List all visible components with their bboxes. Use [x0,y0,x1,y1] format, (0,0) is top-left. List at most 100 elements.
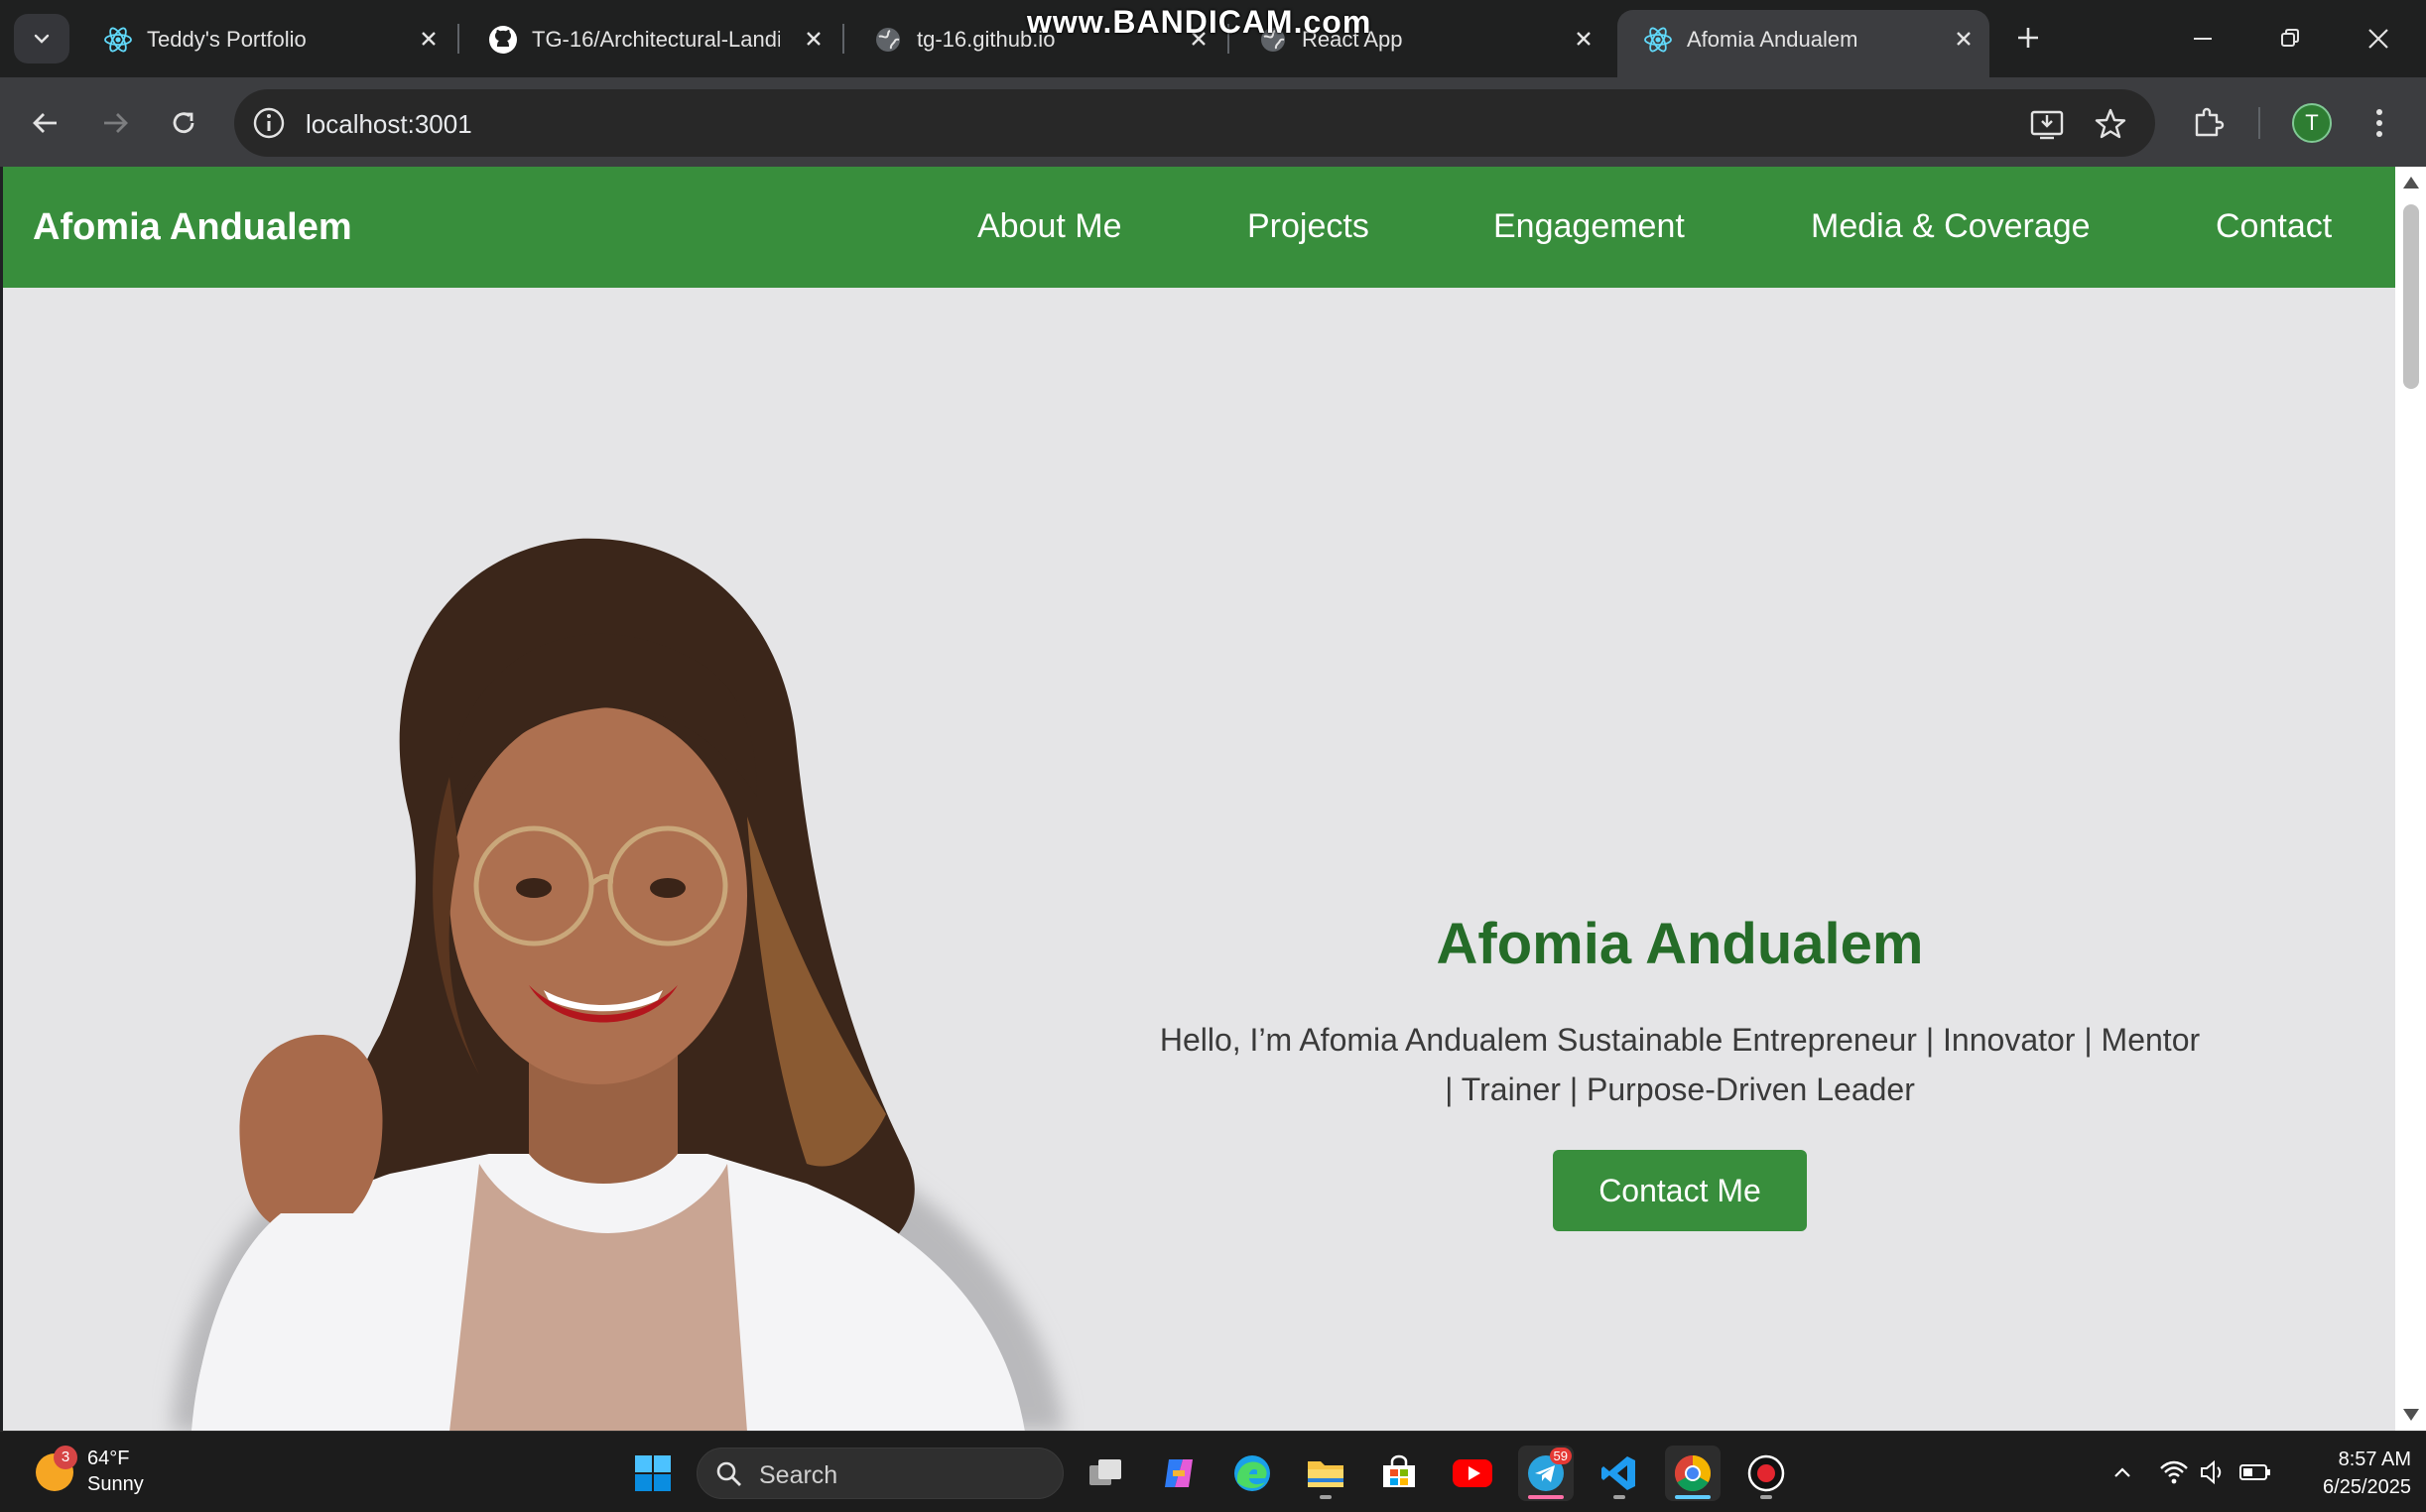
task-view-button[interactable] [1078,1446,1133,1501]
microsoft-store-app[interactable] [1371,1446,1427,1501]
close-tab-icon[interactable] [1950,25,1978,53]
bookmark-star-icon[interactable] [2092,105,2129,143]
new-tab-button[interactable] [2006,16,2050,60]
extensions-button[interactable] [2185,99,2233,147]
copilot-icon [1165,1459,1193,1487]
site-navbar: Afomia Andualem About Me Projects Engage… [3,167,2395,288]
copilot-app[interactable] [1151,1446,1207,1501]
telegram-unread-badge: 59 [1549,1448,1572,1464]
react-icon [1643,25,1673,55]
contact-me-button[interactable]: Contact Me [1553,1150,1807,1231]
running-indicator [1528,1495,1564,1499]
chrome-icon [1674,1455,1712,1492]
scroll-down-arrow-icon[interactable] [2403,1409,2419,1421]
scrollbar-thumb[interactable] [2403,204,2419,389]
youtube-icon [1453,1459,1492,1487]
nav-about-me[interactable]: About Me [977,207,1122,246]
puzzle-icon [2195,107,2225,137]
record-icon [1747,1454,1785,1492]
arrow-right-icon [104,113,128,133]
battery-button[interactable] [2236,1453,2274,1491]
wifi-icon [2160,1460,2188,1484]
hero-section: Afomia Andualem Hello, I’m Afomia Andual… [1075,911,2285,1231]
search-icon [716,1461,741,1486]
arrow-left-icon [33,113,57,133]
youtube-app[interactable] [1445,1446,1500,1501]
close-tab-icon[interactable] [1570,25,1597,53]
browser-menu-button[interactable] [2356,99,2403,147]
profile-photo [172,538,1065,1431]
install-app-icon[interactable] [2028,105,2066,143]
reload-button[interactable] [160,99,207,147]
tab-teddys-portfolio[interactable]: Teddy's Portfolio [77,10,454,67]
github-icon [488,25,518,55]
chevron-down-icon [34,34,50,44]
nav-contact[interactable]: Contact [2216,207,2332,246]
weather-condition: Sunny [87,1473,144,1495]
nav-projects[interactable]: Projects [1247,207,1369,246]
speaker-icon [2201,1459,2222,1485]
site-brand[interactable]: Afomia Andualem [33,206,352,249]
tab-divider [457,24,459,54]
plus-icon [2018,28,2038,48]
minimize-button[interactable] [2178,14,2228,63]
tab-afomia-andualem[interactable]: Afomia Andualem [1617,10,1989,77]
show-hidden-icons-button[interactable] [2104,1453,2141,1491]
running-indicator [1320,1495,1332,1499]
search-placeholder: Search [759,1461,838,1489]
tab-title: Teddy's Portfolio [147,27,307,52]
browser-tab-bar: Teddy's Portfolio TG-16/Architectural-La… [0,0,2426,77]
tab-divider [842,24,844,54]
clock-date: 6/25/2025 [2323,1476,2411,1498]
chrome-app[interactable] [1665,1446,1721,1501]
url-text[interactable]: localhost:3001 [306,109,472,140]
page-viewport: Afomia Andualem About Me Projects Engage… [3,167,2395,1431]
battery-icon [2239,1464,2270,1480]
hero-heading: Afomia Andualem [1436,912,1924,976]
windows-taskbar: 3 64°F Sunny Search 59 8:57 AM 6/25/2025 [0,1431,2426,1512]
network-button[interactable] [2155,1453,2193,1491]
nav-media-coverage[interactable]: Media & Coverage [1811,207,2091,246]
tab-search-button[interactable] [14,14,69,63]
taskbar-search[interactable]: Search [697,1448,1064,1499]
site-info-icon[interactable] [252,106,286,140]
volume-button[interactable] [2195,1453,2233,1491]
tab-github-repo[interactable]: TG-16/Architectural-Landi [462,10,839,67]
browser-toolbar: localhost:3001 T [0,77,2426,167]
globe-icon [873,25,903,55]
back-button[interactable] [22,99,69,147]
running-indicator [1613,1495,1625,1499]
folder-icon [1308,1461,1343,1487]
tab-title: TG-16/Architectural-Landi [532,27,780,52]
chevron-up-icon [2114,1467,2130,1477]
forward-button[interactable] [91,99,139,147]
vscode-icon [1601,1456,1635,1490]
close-tab-icon[interactable] [415,25,443,53]
profile-avatar[interactable]: T [2292,103,2332,143]
task-view-icon [1089,1459,1121,1485]
page-scrollbar[interactable] [2395,167,2426,1431]
edge-app[interactable] [1224,1446,1280,1501]
weather-temp: 64°F [87,1448,130,1469]
file-explorer-app[interactable] [1298,1446,1353,1501]
more-vertical-icon [2376,109,2382,137]
windows-logo-icon [635,1455,671,1491]
close-tab-icon[interactable] [800,25,828,53]
scroll-up-arrow-icon[interactable] [2403,177,2419,189]
bandicam-app[interactable] [1738,1446,1794,1501]
system-clock[interactable]: 8:57 AM 6/25/2025 [2282,1446,2411,1501]
address-bar[interactable]: localhost:3001 [234,89,2155,157]
react-icon [103,25,133,55]
minimize-icon [2194,38,2212,40]
close-window-button[interactable] [2354,14,2403,63]
start-button[interactable] [625,1446,681,1501]
restore-button[interactable] [2265,14,2315,63]
tab-title: Afomia Andualem [1687,27,1858,52]
telegram-app[interactable]: 59 [1518,1446,1574,1501]
nav-engagement[interactable]: Engagement [1493,207,1685,246]
close-icon [2368,29,2388,49]
vscode-app[interactable] [1592,1446,1647,1501]
recording-watermark: www.BANDICAM.com [1027,4,1372,40]
running-indicator [1760,1495,1772,1499]
toolbar-divider [2258,107,2260,139]
